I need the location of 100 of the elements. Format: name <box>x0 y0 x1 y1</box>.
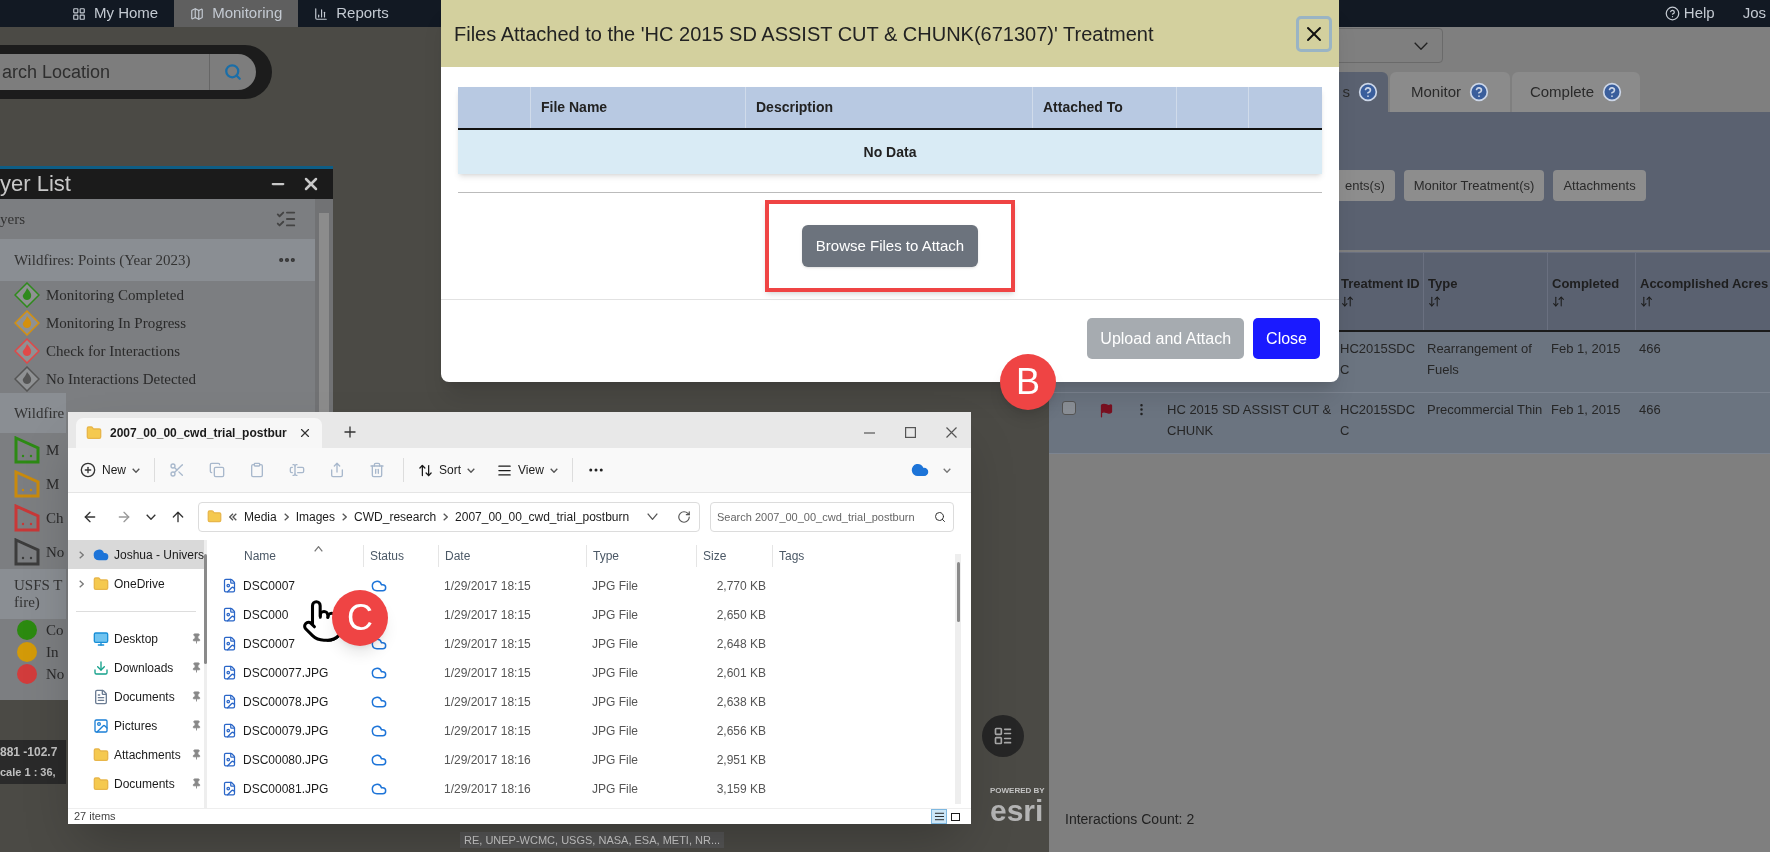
folder-icon <box>93 575 109 592</box>
delete-icon[interactable] <box>369 462 385 478</box>
cloud-icon[interactable] <box>911 461 929 479</box>
table-cell: 466 <box>1639 402 1661 417</box>
column-header[interactable]: Description <box>756 97 833 118</box>
sort-icon[interactable] <box>1640 295 1653 308</box>
image-file-icon <box>222 636 237 651</box>
column-header[interactable]: Attached To <box>1043 97 1123 118</box>
close-dialog-button[interactable]: Close <box>1253 318 1320 359</box>
window-tab[interactable]: 2007_00_00_cwd_trial_postbur <box>76 418 322 448</box>
close-button[interactable] <box>1296 15 1332 52</box>
share-icon[interactable] <box>329 462 345 478</box>
breadcrumb-item[interactable]: Media <box>244 507 277 526</box>
nav-tab[interactable]: Monitoring <box>174 0 299 27</box>
tab[interactable]: Monitor <box>1390 72 1510 112</box>
legend-label: Check for Interactions <box>46 341 181 361</box>
column-header[interactable]: Name <box>244 546 276 565</box>
breadcrumb-item[interactable]: Images <box>295 507 336 526</box>
plus-circle-icon <box>80 462 96 478</box>
document-icon <box>93 688 109 705</box>
help-icon <box>1469 82 1489 102</box>
close-icon[interactable] <box>946 427 957 438</box>
sort-icon[interactable] <box>1341 295 1354 308</box>
scrollbar[interactable] <box>204 540 208 808</box>
file-name[interactable]: DSC00080.JPG <box>243 750 329 769</box>
layer-row[interactable]: Wildfires: Points (Year 2023) <box>0 239 315 281</box>
file-type: JPG File <box>591 606 639 624</box>
nav-pane-item[interactable]: Joshua - Univers <box>68 540 205 569</box>
column-header[interactable]: Size <box>703 546 727 565</box>
row-checkbox[interactable] <box>1062 401 1076 415</box>
search-button[interactable] <box>210 54 256 90</box>
scrollbar[interactable] <box>955 554 961 804</box>
file-name[interactable]: DSC00078.JPG <box>243 692 329 711</box>
layer-name: Wildfire <box>14 404 65 422</box>
file-name[interactable]: DSC0007 <box>243 634 296 653</box>
table-cell: 466 <box>1639 341 1661 356</box>
chevron-right-icon <box>78 550 84 559</box>
nav-pane-item[interactable]: Downloads <box>68 653 205 682</box>
paste-icon[interactable] <box>249 462 265 478</box>
help-link[interactable]: Help <box>1664 0 1743 27</box>
coordinates-text: 881 -102.7 <box>0 744 59 761</box>
breadcrumb-item[interactable]: CWD_research <box>354 507 437 526</box>
action-button[interactable]: Monitor Treatment(s) <box>1403 170 1545 201</box>
plus-icon[interactable] <box>344 426 356 438</box>
file-name[interactable]: DSC00077.JPG <box>243 663 329 682</box>
column-header[interactable]: Type <box>593 546 619 565</box>
browse-files-button[interactable]: Browse Files to Attach <box>801 225 979 267</box>
breadcrumb-item[interactable]: 2007_00_00_cwd_trial_postburn <box>455 507 630 526</box>
chevron-right-icon <box>443 512 449 521</box>
nav-tab[interactable]: Reports <box>298 0 405 27</box>
file-name[interactable]: DSC00081.JPG <box>243 779 329 798</box>
nav-pane-item[interactable]: Documents <box>68 769 205 798</box>
search-icon[interactable] <box>934 510 946 523</box>
column-header[interactable]: File Name <box>541 97 608 118</box>
layer-row[interactable]: Wildfire <box>0 393 66 433</box>
view-button[interactable]: View <box>497 461 558 479</box>
file-type: JPG File <box>591 722 639 740</box>
new-button[interactable]: New <box>80 461 140 479</box>
tab[interactable]: Complete <box>1512 72 1640 112</box>
nav-pane-item[interactable]: OneDrive <box>68 569 205 598</box>
nav-pane-item[interactable]: Desktop <box>68 624 205 653</box>
chevron-down-icon <box>146 513 156 520</box>
interactions-count: Interactions Count: 2 <box>1065 810 1195 829</box>
file-type: JPG File <box>591 693 639 711</box>
maximize-icon[interactable] <box>905 427 916 438</box>
layer-row[interactable]: USFS T fire) <box>0 569 66 619</box>
sort-icon[interactable] <box>1428 295 1441 308</box>
file-name[interactable]: DSC0007 <box>243 576 296 595</box>
rename-icon[interactable] <box>289 462 305 478</box>
layer-name: Wildfires: Points (Year 2023) <box>14 251 191 269</box>
refresh-icon[interactable] <box>677 509 691 524</box>
copy-icon[interactable] <box>209 462 225 478</box>
search-field[interactable]: arch Location <box>0 54 210 90</box>
table-cell: Rearrangement of Fuels <box>1427 341 1532 377</box>
column-header[interactable]: Date <box>445 546 471 565</box>
address-bar[interactable]: Media Images CWD_research 2007_00_00_cwd_trial_postburn <box>198 501 700 532</box>
user-name[interactable]: Jos <box>1742 0 1770 27</box>
column-header[interactable]: Status <box>370 546 405 565</box>
close-tab-icon[interactable] <box>298 426 312 440</box>
nav-tab[interactable]: My Home <box>56 0 175 27</box>
search-icon <box>224 63 242 81</box>
legend-label: No <box>46 664 65 684</box>
file-type: JPG File <box>591 635 639 653</box>
cut-icon[interactable] <box>169 462 185 478</box>
file-date: 1/29/2017 18:16 <box>443 751 532 769</box>
layer-name: USFS T fire) <box>14 577 64 611</box>
file-name[interactable]: DSC00079.JPG <box>243 721 329 740</box>
file-type: JPG File <box>591 751 639 769</box>
nav-pane-item[interactable]: Attachments <box>68 740 205 769</box>
legend-label: No <box>46 542 65 562</box>
nav-pane-item[interactable]: Documents <box>68 682 205 711</box>
file-name[interactable]: DSC000 <box>243 605 289 624</box>
action-button[interactable]: Attachments <box>1553 170 1646 201</box>
details-view-button[interactable] <box>931 809 947 824</box>
panel-title: yer List <box>0 173 71 195</box>
table-toggle-button[interactable] <box>982 715 1024 757</box>
sort-button[interactable]: Sort <box>418 461 476 479</box>
sort-icon[interactable] <box>1552 295 1565 308</box>
column-header[interactable]: Tags <box>779 546 805 565</box>
nav-pane-item[interactable]: Pictures <box>68 711 205 740</box>
